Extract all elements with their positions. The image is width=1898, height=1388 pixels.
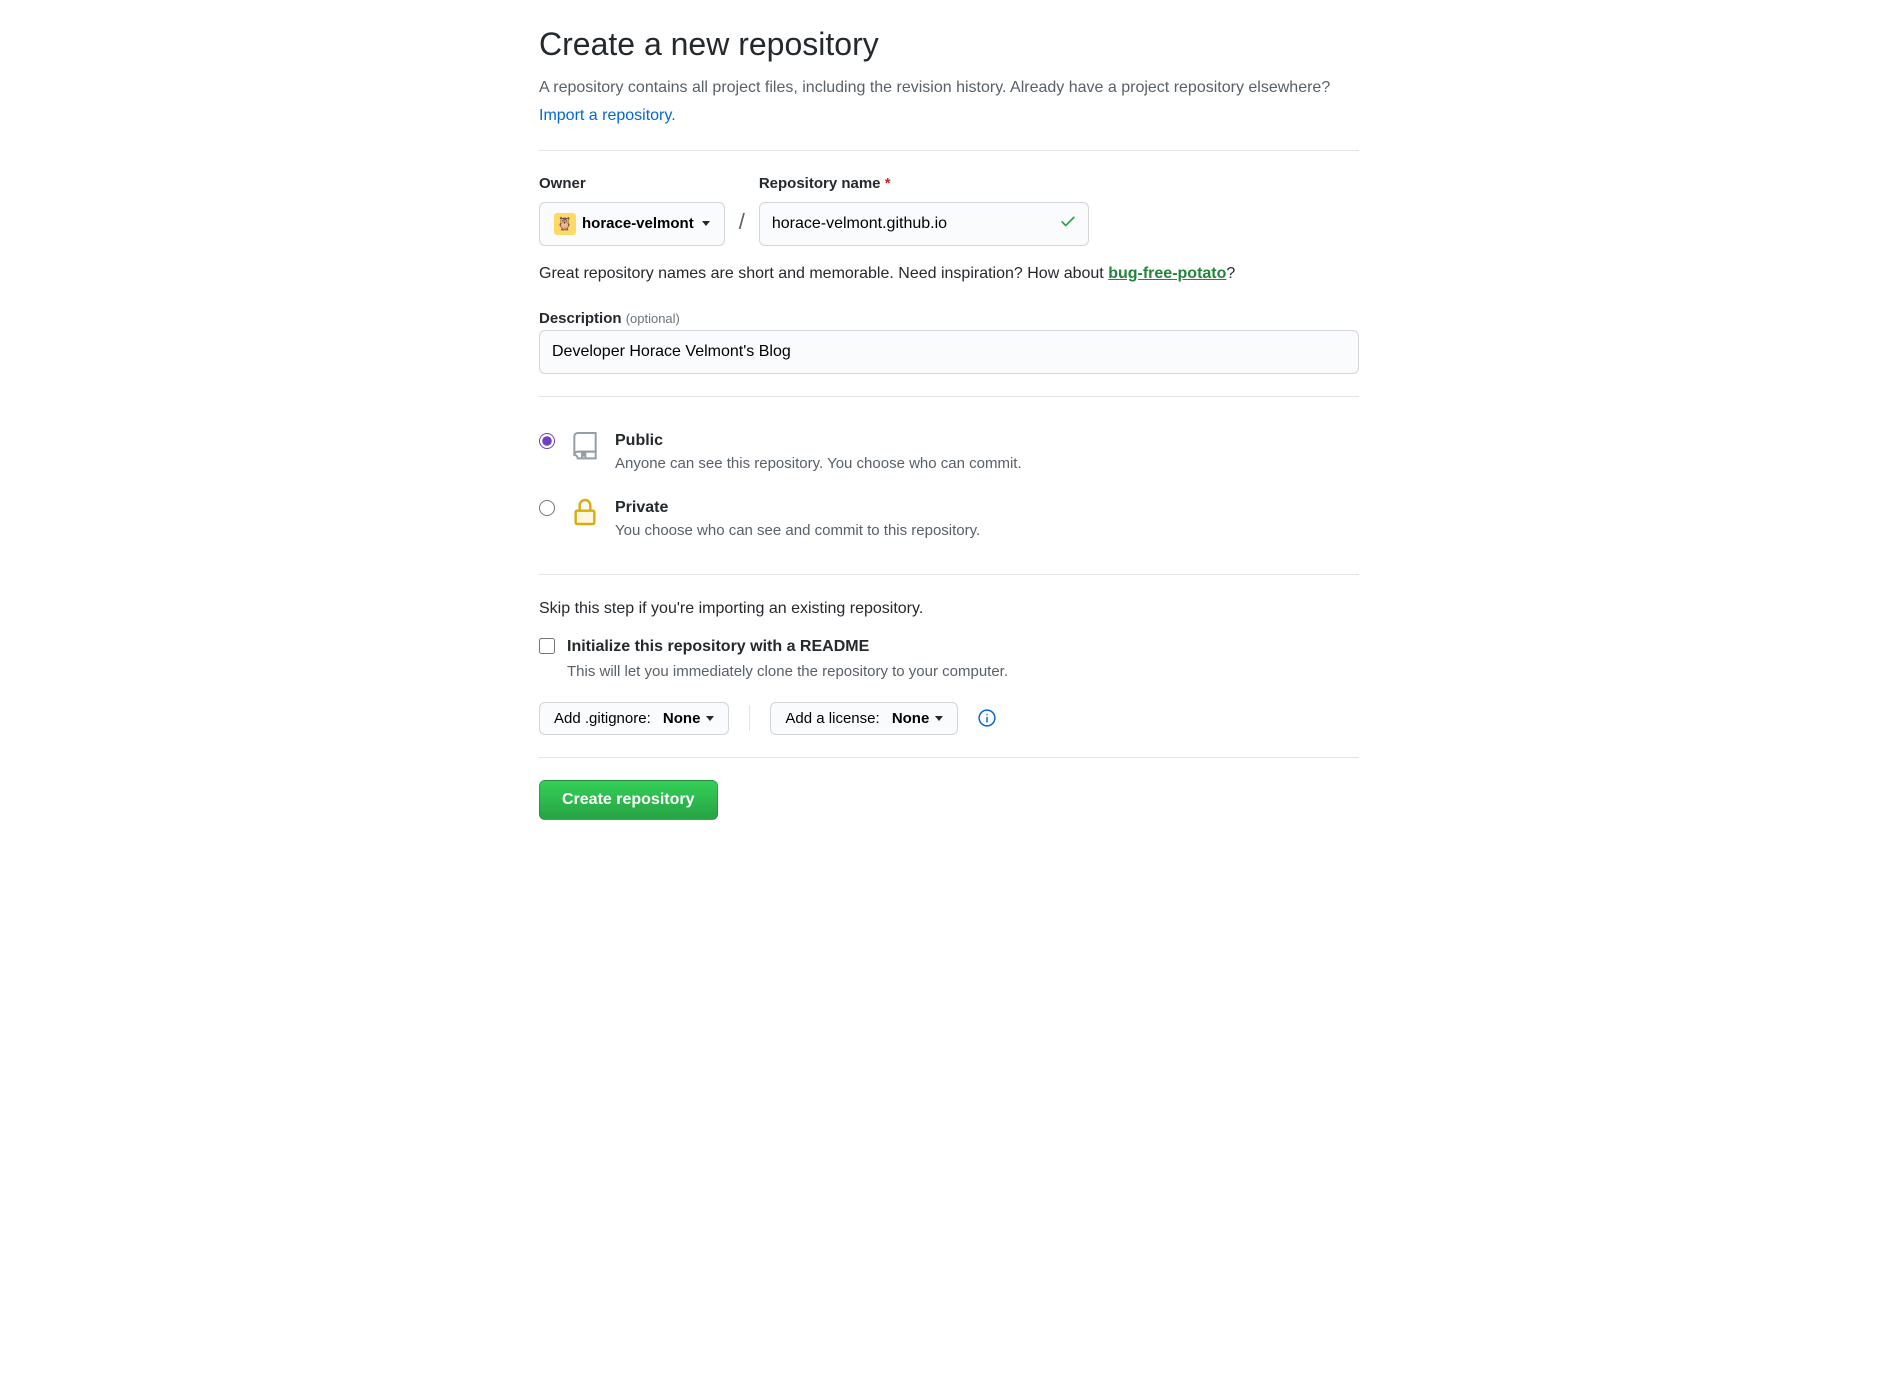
divider (539, 574, 1359, 575)
repo-name-input[interactable] (759, 202, 1089, 246)
public-radio[interactable] (539, 433, 555, 449)
path-separator: / (735, 205, 749, 246)
description-label: Description (optional) (539, 310, 680, 327)
info-icon[interactable] (978, 709, 996, 727)
private-radio[interactable] (539, 500, 555, 516)
check-valid-icon (1059, 212, 1077, 236)
import-repository-link[interactable]: Import a repository. (539, 107, 676, 124)
readme-label: Initialize this repository with a README (567, 635, 1008, 659)
create-repository-button[interactable]: Create repository (539, 780, 718, 820)
visibility-public-option[interactable]: Public Anyone can see this repository. Y… (539, 419, 1359, 486)
lock-icon (569, 496, 601, 528)
init-hint: Skip this step if you're importing an ex… (539, 597, 1359, 621)
readme-checkbox[interactable] (539, 638, 555, 654)
repo-icon (569, 429, 601, 461)
caret-down-icon (702, 221, 710, 226)
name-suggestion-link[interactable]: bug-free-potato (1108, 265, 1226, 282)
gitignore-select[interactable]: Add .gitignore: None (539, 702, 729, 735)
divider (749, 705, 750, 731)
page-subtitle: A repository contains all project files,… (539, 76, 1359, 100)
visibility-private-option[interactable]: Private You choose who can see and commi… (539, 486, 1359, 553)
owner-value: horace-velmont (582, 215, 694, 232)
description-input[interactable] (539, 330, 1359, 374)
owner-avatar-icon: 🦉 (554, 213, 576, 235)
repo-name-label: Repository name * (759, 173, 1089, 196)
caret-down-icon (935, 716, 943, 721)
name-hint: Great repository names are short and mem… (539, 262, 1359, 286)
public-desc: Anyone can see this repository. You choo… (615, 453, 1022, 476)
owner-select[interactable]: 🦉 horace-velmont (539, 202, 725, 246)
private-desc: You choose who can see and commit to thi… (615, 520, 980, 543)
caret-down-icon (706, 716, 714, 721)
divider (539, 757, 1359, 758)
owner-label: Owner (539, 173, 725, 196)
private-title: Private (615, 496, 980, 520)
public-title: Public (615, 429, 1022, 453)
page-title: Create a new repository (539, 20, 1359, 68)
readme-desc: This will let you immediately clone the … (567, 661, 1008, 684)
divider (539, 150, 1359, 151)
license-select[interactable]: Add a license: None (770, 702, 958, 735)
required-star-icon: * (885, 175, 891, 192)
divider (539, 396, 1359, 397)
